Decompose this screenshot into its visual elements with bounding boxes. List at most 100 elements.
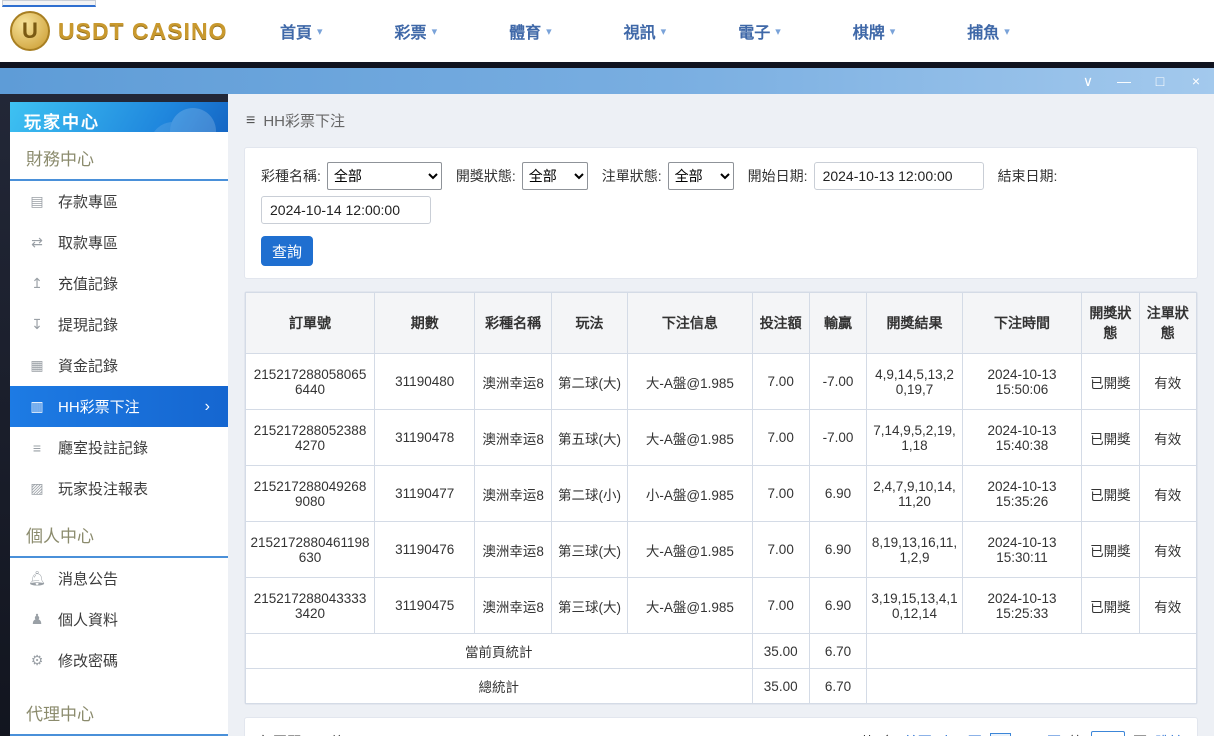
sidebar-item-label: HH彩票下注 [58, 396, 140, 417]
sidebar-item-label: 廳室投註記錄 [58, 437, 148, 458]
sidebar-item-change-password[interactable]: ⚙ 修改密碼 [10, 640, 228, 681]
table-body: 215217288058065644031190480澳洲幸运8第二球(大)大-… [246, 354, 1197, 634]
total-summary-winloss: 6.70 [809, 669, 866, 704]
table-cell: 2024-10-13 15:25:33 [962, 578, 1081, 634]
menu-item-video[interactable]: 視訊 ▾ [624, 19, 667, 43]
window-collapse-icon[interactable]: ∨ [1080, 74, 1096, 88]
table-cell: 2024-10-13 15:40:38 [962, 410, 1081, 466]
next-page-link[interactable]: 下一页 [1019, 732, 1061, 736]
usdt-coin-icon: U [10, 11, 50, 51]
table-cell: 大-A盤@1.985 [628, 354, 752, 410]
sidebar-item-room-bet-record[interactable]: ≡ 廳室投註記錄 [10, 427, 228, 468]
column-header: 投注額 [752, 293, 809, 354]
table-cell: 4,9,14,5,13,20,19,7 [867, 354, 963, 410]
pager: 共5条 首页 上一页 1 下一页 第 页 跳转 [860, 731, 1183, 736]
table-cell: 2152172880492689080 [246, 466, 375, 522]
draw-status-select[interactable]: 全部 [522, 162, 588, 190]
menu-label: 視訊 [624, 19, 656, 43]
menu-label: 電子 [738, 19, 770, 43]
sidebar-item-label: 修改密碼 [58, 650, 118, 671]
total-count-text: 共5条 [860, 732, 896, 736]
menu-item-boardgames[interactable]: 棋牌 ▾ [853, 19, 896, 43]
column-header: 輸贏 [809, 293, 866, 354]
table-cell: -7.00 [809, 410, 866, 466]
page-summary-label: 當前頁統計 [246, 634, 753, 669]
table-cell: 已開獎 [1082, 466, 1139, 522]
table-header-row: 訂單號期數彩種名稱玩法下注信息投注額輸贏開獎結果下注時間開獎狀態注單狀態 [246, 293, 1197, 354]
table-cell: 31190480 [375, 354, 475, 410]
sidebar-item-funds-record[interactable]: ▦ 資金記錄 [10, 345, 228, 386]
room-bet-record-icon: ≡ [28, 440, 46, 456]
first-page-link[interactable]: 首页 [904, 732, 932, 736]
section-agent-center: 代理中心 [10, 687, 228, 736]
start-date-input[interactable] [814, 162, 984, 190]
order-status-select[interactable]: 全部 [668, 162, 734, 190]
gear-icon: ⚙ [28, 652, 46, 669]
jump-page-input[interactable] [1091, 731, 1125, 736]
hamburger-icon[interactable]: ≡ [246, 112, 255, 130]
end-date-input[interactable] [261, 196, 431, 224]
menu-item-fishing[interactable]: 捕魚 ▾ [967, 19, 1010, 43]
column-header: 開獎結果 [867, 293, 963, 354]
table-cell: 6.90 [809, 522, 866, 578]
section-finance-center: 財務中心 [10, 132, 228, 181]
menu-label: 彩票 [395, 19, 427, 43]
window-maximize-icon[interactable]: □ [1152, 74, 1168, 88]
sidebar-item-hh-lottery-bets[interactable]: ▥ HH彩票下注 › [10, 386, 228, 427]
chevron-down-icon: ▾ [1004, 25, 1010, 38]
table-cell: 有效 [1139, 522, 1196, 578]
table-cell: 已開獎 [1082, 578, 1139, 634]
sidebar-header: 玩家中心 PLAYERS CENTER [10, 102, 228, 132]
column-header: 期數 [375, 293, 475, 354]
table-cell: -7.00 [809, 354, 866, 410]
current-page-badge: 1 [990, 733, 1011, 736]
page-title: HH彩票下注 [263, 110, 345, 131]
menu-item-home[interactable]: 首頁 ▾ [280, 19, 323, 43]
column-header: 注單狀態 [1139, 293, 1196, 354]
menu-item-lottery[interactable]: 彩票 ▾ [395, 19, 438, 43]
sidebar-item-withdraw[interactable]: ⇄ 取款專區 [10, 222, 228, 263]
sidebar-item-label: 資金記錄 [58, 355, 118, 376]
table-cell: 7.00 [752, 578, 809, 634]
menu-item-sports[interactable]: 體育 ▾ [509, 19, 552, 43]
lottery-name-select[interactable]: 全部 [327, 162, 442, 190]
column-header: 開獎狀態 [1082, 293, 1139, 354]
table-row: 215217288043333342031190475澳洲幸运8第三球(大)大-… [246, 578, 1197, 634]
browser-tab-stub [2, 0, 96, 7]
table-cell: 31190477 [375, 466, 475, 522]
total-summary-empty [867, 669, 1197, 704]
sidebar-column: 玩家中心 PLAYERS CENTER 財務中心 ▤ 存款專區 ⇄ 取款專區 ↥… [0, 94, 228, 736]
jump-button[interactable]: 跳转 [1155, 732, 1183, 736]
window-close-icon[interactable]: × [1188, 74, 1204, 88]
table-cell: 澳洲幸运8 [475, 466, 551, 522]
table-cell: 2152172880523884270 [246, 410, 375, 466]
table-cell: 有效 [1139, 354, 1196, 410]
window-minimize-icon[interactable]: — [1116, 74, 1132, 88]
section-personal-center: 個人中心 [10, 509, 228, 558]
table-cell: 7.00 [752, 354, 809, 410]
bets-table-card: 訂單號期數彩種名稱玩法下注信息投注額輸贏開獎結果下注時間開獎狀態注單狀態 215… [244, 291, 1198, 705]
sidebar-item-bet-report[interactable]: ▨ 玩家投注報表 [10, 468, 228, 509]
table-cell: 小-A盤@1.985 [628, 466, 752, 522]
withdraw-icon: ⇄ [28, 234, 46, 251]
recharge-record-icon: ↥ [28, 275, 46, 292]
player-center-window: ∨ — □ × 玩家中心 PLAYERS CENTER 財務中心 ▤ 存款專區 … [0, 68, 1214, 736]
table-cell: 31190475 [375, 578, 475, 634]
sidebar-item-profile[interactable]: ♟ 個人資料 [10, 599, 228, 640]
sidebar-item-deposit[interactable]: ▤ 存款專區 [10, 181, 228, 222]
sidebar-item-announcements[interactable]: 🔔︎ 消息公告 [10, 558, 228, 599]
sidebar-title: 玩家中心 [24, 108, 214, 132]
table-cell: 第五球(大) [551, 410, 627, 466]
table-cell: 澳洲幸运8 [475, 578, 551, 634]
sidebar-item-withdrawal-record[interactable]: ↧ 提現記錄 [10, 304, 228, 345]
person-icon: ♟ [28, 611, 46, 628]
prev-page-link[interactable]: 上一页 [940, 732, 982, 736]
table-row: 215217288058065644031190480澳洲幸运8第二球(大)大-… [246, 354, 1197, 410]
site-logo[interactable]: U USDT CASINO [0, 11, 250, 51]
table-cell: 澳洲幸运8 [475, 410, 551, 466]
search-button[interactable]: 查詢 [261, 236, 313, 266]
menu-item-electronic[interactable]: 電子 ▾ [738, 19, 781, 43]
sidebar-item-recharge-record[interactable]: ↥ 充值記錄 [10, 263, 228, 304]
table-cell: 有效 [1139, 578, 1196, 634]
filter-panel: 彩種名稱: 全部 開獎狀態: 全部 注單狀態: 全部 開始日期: 結束日期: [244, 147, 1198, 279]
